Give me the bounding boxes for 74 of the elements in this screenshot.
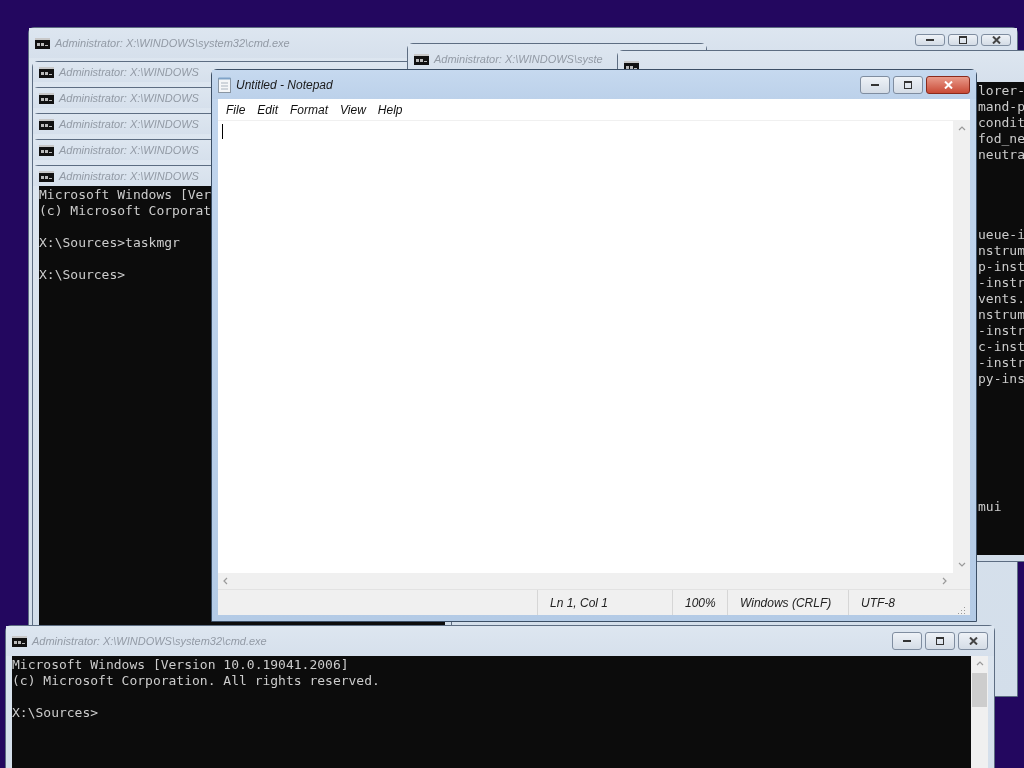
console-icon xyxy=(12,635,27,647)
horizontal-scrollbar[interactable] xyxy=(218,573,970,589)
window-title: Administrator: X:\WINDOWS xyxy=(59,144,199,156)
maximize-icon xyxy=(904,81,912,89)
console-line: ueue-i xyxy=(978,227,1024,243)
console-line: X:\Sources> xyxy=(39,267,126,283)
menu-item[interactable]: Format xyxy=(284,100,335,119)
console-line: (c) Microsoft Corporation. All rights reserved. xyxy=(12,673,380,689)
console-icon xyxy=(39,170,54,182)
status-field: UTF-8 xyxy=(848,590,953,615)
console-icon xyxy=(39,66,54,78)
notepad-icon xyxy=(218,76,231,93)
minimize-icon xyxy=(903,640,911,642)
status-field: 100% xyxy=(672,590,727,615)
console-line: c-inst xyxy=(978,339,1024,355)
close-icon xyxy=(943,81,953,89)
maximize-button[interactable] xyxy=(925,632,955,650)
window-title: Administrator: X:\WINDOWS xyxy=(59,170,199,182)
console-line: neutra xyxy=(978,147,1024,163)
minimize-button[interactable] xyxy=(892,632,922,650)
console-line: condit xyxy=(978,115,1024,131)
close-icon xyxy=(968,637,978,645)
close-icon xyxy=(991,36,1001,44)
console-line: lorer- xyxy=(978,83,1024,99)
console-line: -instr xyxy=(978,355,1024,371)
close-button[interactable] xyxy=(926,76,970,94)
menu-item[interactable]: Help xyxy=(371,100,409,119)
console-line: nstrum xyxy=(978,307,1024,323)
maximize-icon xyxy=(936,637,944,645)
menu-item[interactable]: Edit xyxy=(251,100,285,119)
console-line: Microsoft Windows [Version 10.0.19041.2006] xyxy=(12,657,349,673)
console-icon xyxy=(39,118,54,130)
close-button[interactable] xyxy=(958,632,988,650)
console-line: -instr xyxy=(978,323,1024,339)
console-icon xyxy=(39,92,54,104)
minimize-icon xyxy=(926,39,934,41)
console-line: fod_ne xyxy=(978,131,1024,147)
minimize-button[interactable] xyxy=(915,34,945,46)
vertical-scrollbar[interactable] xyxy=(953,121,970,573)
console-line: (c) Microsoft Corporat xyxy=(39,203,212,219)
console-line: nstrum xyxy=(978,243,1024,259)
window-title: Untitled - Notepad xyxy=(236,77,333,92)
console-line: X:\Sources> xyxy=(12,705,99,721)
console-icon xyxy=(624,61,639,72)
console-line: X:\Sources>taskmgr xyxy=(39,235,180,251)
console-line: mand-p xyxy=(978,99,1024,115)
minimize-button[interactable] xyxy=(860,76,890,94)
console-line: vents. xyxy=(978,291,1024,307)
scrollbar[interactable] xyxy=(971,656,988,768)
minimize-icon xyxy=(871,84,879,86)
console-line: -instr xyxy=(978,275,1024,291)
console-icon xyxy=(39,144,54,156)
window-title: Administrator: X:\WINDOWS xyxy=(59,118,199,130)
console-icon xyxy=(35,37,50,49)
resize-grip-icon[interactable] xyxy=(957,606,966,615)
maximize-icon xyxy=(959,36,967,44)
window-title: Administrator: X:\WINDOWS xyxy=(59,92,199,104)
console-icon xyxy=(414,53,429,65)
status-field: Ln 1, Col 1 xyxy=(537,590,672,615)
window-title: Administrator: X:\WINDOWS\system32\cmd.exe xyxy=(55,37,290,49)
menu-item[interactable]: File xyxy=(220,100,252,119)
console-line: Microsoft Windows [Ver xyxy=(39,187,212,203)
maximize-button[interactable] xyxy=(893,76,923,94)
console-line: mui xyxy=(978,499,1002,515)
close-button[interactable] xyxy=(981,34,1011,46)
console-line: p-inst xyxy=(978,259,1024,275)
maximize-button[interactable] xyxy=(948,34,978,46)
console-line: py-ins xyxy=(978,371,1024,387)
window-title: Administrator: X:\WINDOWS xyxy=(59,66,199,78)
text-cursor xyxy=(222,124,223,139)
status-field: Windows (CRLF) xyxy=(727,590,848,615)
menu-item[interactable]: View xyxy=(334,100,372,119)
window-title: Administrator: X:\WINDOWS\system32\cmd.exe xyxy=(32,635,267,647)
window-title: Administrator: X:\WINDOWS\syste xyxy=(434,53,603,65)
